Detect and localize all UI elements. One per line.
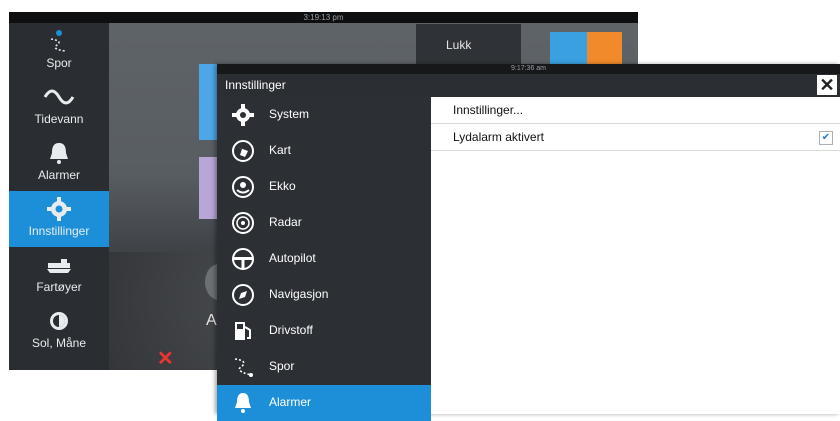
menu-item-drivstoff[interactable]: Drivstoff (217, 313, 431, 349)
bg-sidebar-item-alarmer[interactable]: Alarmer (9, 135, 109, 191)
close-button[interactable]: ✕ (817, 75, 837, 95)
bg-sidebar-label: Spor (46, 56, 72, 70)
sound-alarm-label: Lydalarm aktivert (453, 130, 544, 144)
sound-alarm-row[interactable]: Lydalarm aktivert ✔ (431, 124, 840, 151)
bg-sidebar-item-fartoyer[interactable]: Fartøyer (9, 247, 109, 303)
sound-alarm-checkbox[interactable]: ✔ (819, 131, 833, 145)
background-clock: 3:19:13 pm (9, 12, 638, 23)
bg-sidebar-item-innstillinger[interactable]: Innstillinger (9, 191, 109, 247)
menu-item-radar[interactable]: Radar (217, 205, 431, 241)
menu-item-label: Autopilot (269, 251, 316, 265)
menu-item-label: Kart (269, 143, 292, 157)
radar-icon (232, 212, 254, 234)
menu-item-label: Ekko (269, 179, 296, 193)
menu-item-system[interactable]: System (217, 97, 431, 133)
bg-sidebar-item-spor[interactable]: Spor (9, 23, 109, 79)
background-sidebar: Spor Tidevann Alarmer Innstillinger Fart… (9, 23, 109, 370)
autopilot-icon (232, 248, 254, 270)
bg-sidebar-label: Fartøyer (36, 280, 82, 294)
gear-icon (232, 104, 254, 126)
compass-icon (232, 284, 254, 306)
bg-sidebar-label: Innstillinger (28, 224, 90, 238)
background-tile-blue (199, 64, 219, 140)
gear-icon (47, 197, 71, 221)
chart-icon (232, 140, 254, 162)
background-close-x-icon: ✕ (157, 348, 174, 370)
track-icon (234, 358, 253, 377)
dialog-titlebar: Innstillinger (217, 74, 840, 97)
menu-item-label: Drivstoff (269, 323, 313, 337)
background-close-button[interactable]: Lukk (416, 24, 521, 66)
bg-sidebar-label: Sol, Måne (31, 336, 87, 350)
menu-item-ekko[interactable]: Ekko (217, 169, 431, 205)
menu-item-spor[interactable]: Spor (217, 349, 431, 385)
menu-item-kart[interactable]: Kart (217, 133, 431, 169)
settings-dialog: 9:17:36 am Innstillinger ✕ System Kart E… (217, 64, 840, 421)
bell-icon (50, 143, 68, 164)
tide-icon (43, 89, 75, 105)
dialog-title: Innstillinger (225, 78, 286, 92)
menu-item-autopilot[interactable]: Autopilot (217, 241, 431, 277)
background-close-label: Lukk (446, 38, 472, 52)
menu-item-navigasjon[interactable]: Navigasjon (217, 277, 431, 313)
bg-sidebar-label: Tidevann (34, 112, 84, 126)
vessels-icon (47, 259, 71, 273)
menu-item-label: Navigasjon (269, 287, 329, 301)
settings-menu: System Kart Ekko Radar Autopilot Navigas… (217, 97, 431, 421)
background-tile-lilac (199, 157, 219, 219)
menu-item-label: Alarmer (269, 395, 312, 409)
bg-sidebar-item-tidevann[interactable]: Tidevann (9, 79, 109, 135)
settings-content: Innstillinger... Lydalarm aktivert ✔ (431, 97, 840, 414)
menu-item-label: System (269, 107, 310, 121)
fuel-icon (235, 322, 251, 340)
sun-moon-icon (50, 312, 68, 330)
track-icon (50, 30, 66, 52)
settings-link-row[interactable]: Innstillinger... (431, 97, 840, 124)
dialog-clock: 9:17:36 am (217, 64, 840, 74)
bg-sidebar-item-sol-mane[interactable]: Sol, Måne (9, 303, 109, 359)
menu-item-label: Radar (269, 215, 302, 229)
bell-icon (235, 393, 251, 413)
echo-icon (232, 176, 254, 198)
settings-link: Innstillinger... (453, 103, 524, 117)
menu-item-label: Spor (269, 359, 295, 373)
bg-sidebar-label: Alarmer (37, 168, 80, 182)
menu-item-alarmer[interactable]: Alarmer (217, 385, 431, 421)
checkmark-icon: ✔ (821, 132, 831, 143)
close-icon: ✕ (819, 75, 835, 95)
